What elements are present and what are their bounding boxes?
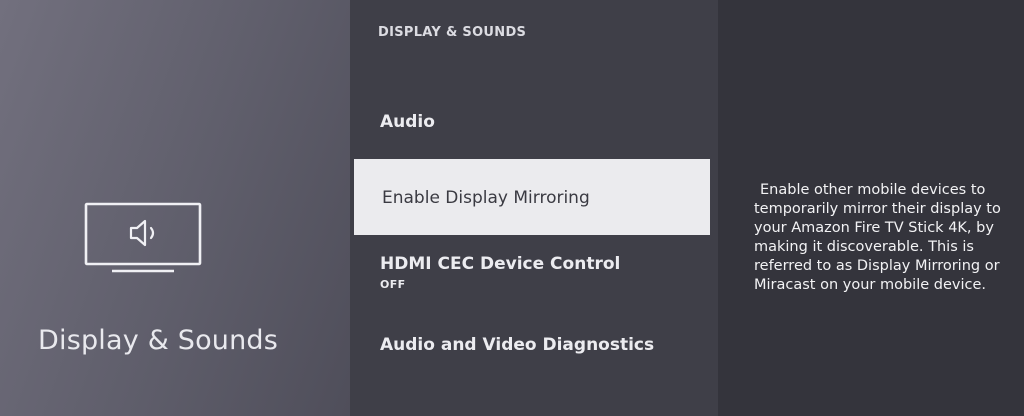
menu-item-enable-display-mirroring[interactable]: Enable Display Mirroring (354, 159, 710, 235)
menu-item-label: Enable Display Mirroring (382, 188, 590, 208)
menu-item-hdmi-cec[interactable]: HDMI CEC Device Control OFF (350, 254, 710, 291)
menu-item-audio-video-diagnostics[interactable]: Audio and Video Diagnostics (350, 335, 710, 355)
tv-speaker-icon (84, 202, 202, 273)
menu-item-label: Audio and Video Diagnostics (380, 335, 655, 355)
menu-item-audio[interactable]: Audio (350, 112, 710, 132)
description-panel: Enable other mobile devices to temporari… (718, 0, 1024, 416)
menu-header: DISPLAY & SOUNDS (378, 25, 527, 40)
item-description: Enable other mobile devices to temporari… (754, 182, 1001, 293)
category-panel: Display & Sounds (0, 0, 350, 416)
menu-item-label: Audio (380, 112, 435, 132)
section-title: Display & Sounds (38, 325, 279, 356)
menu-item-value: OFF (380, 278, 406, 291)
settings-menu: DISPLAY & SOUNDS Audio Enable Display Mi… (350, 0, 718, 416)
menu-item-label: HDMI CEC Device Control (380, 254, 621, 274)
